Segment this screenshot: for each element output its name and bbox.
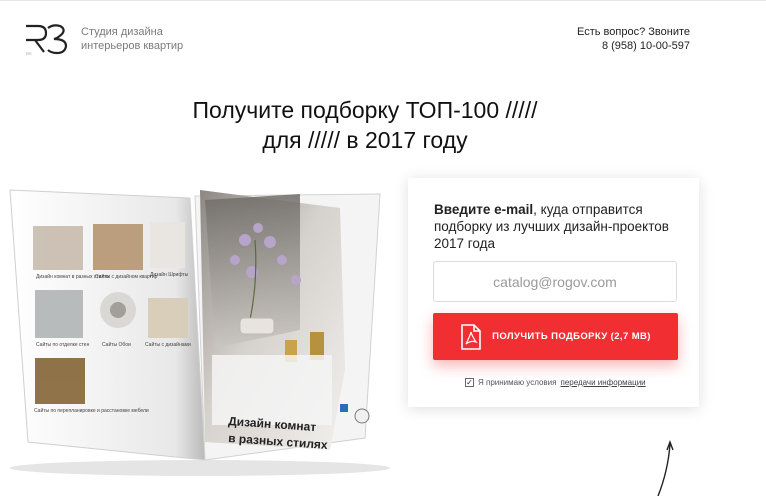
pdf-icon: [461, 323, 481, 350]
caption-5: Сайты Обои: [102, 341, 131, 348]
studio-line-1: Студия дизайна: [81, 26, 163, 38]
checkbox-icon[interactable]: ✓: [465, 378, 474, 387]
agree-link[interactable]: передачи информации: [560, 378, 645, 387]
form-lead-text: Введите e-mail, куда отправится подборку…: [434, 201, 674, 252]
top-divider: [0, 0, 766, 1]
caption-6: Сайты с дизайнами: [145, 341, 191, 348]
caption-7: Сайты по перепланировке и расстановке ме…: [34, 407, 149, 414]
caption-4: Сайты по отделке стен: [36, 341, 90, 348]
get-catalog-button[interactable]: ПОЛУЧИТЬ ПОДБОРКУ (2,7 МВ): [433, 313, 678, 360]
page-title: Получите подборку ТОП-100 ///// для ////…: [100, 95, 630, 155]
contact-block: Есть вопрос? Звоните 8 (958) 10-00-597: [577, 25, 690, 53]
get-catalog-label: ПОЛУЧИТЬ ПОДБОРКУ (2,7 МВ): [492, 331, 651, 342]
arrow-icon: [657, 440, 674, 496]
email-input[interactable]: [433, 261, 677, 302]
agree-row: ✓ Я принимаю условия передачи информации: [465, 378, 646, 387]
studio-line-2: интерьеров квартир: [81, 40, 184, 52]
agree-text: Я принимаю условия: [478, 378, 557, 387]
form-lead-bold: Введите e-mail: [434, 202, 534, 217]
logo-caption: RS: [26, 51, 32, 56]
contact-question: Есть вопрос? Звоните: [577, 26, 690, 38]
title-line-2: для ///// в 2017 году: [262, 127, 468, 153]
caption-3: Дизайн Шрифты: [150, 271, 189, 278]
lead-form-card: Введите e-mail, куда отправится подборку…: [408, 178, 699, 407]
studio-tagline: Студия дизайна интерьеров квартир: [81, 25, 221, 53]
catalog-book-image: Дизайн комнат в разных стилях Сайты с ди…: [9, 189, 390, 476]
title-line-1: Получите подборку ТОП-100 /////: [192, 97, 538, 123]
contact-phone[interactable]: 8 (958) 10-00-597: [577, 39, 690, 53]
caption-2: Сайты с дизайном квартир: [95, 273, 158, 280]
logo-icon[interactable]: RS: [24, 22, 70, 56]
